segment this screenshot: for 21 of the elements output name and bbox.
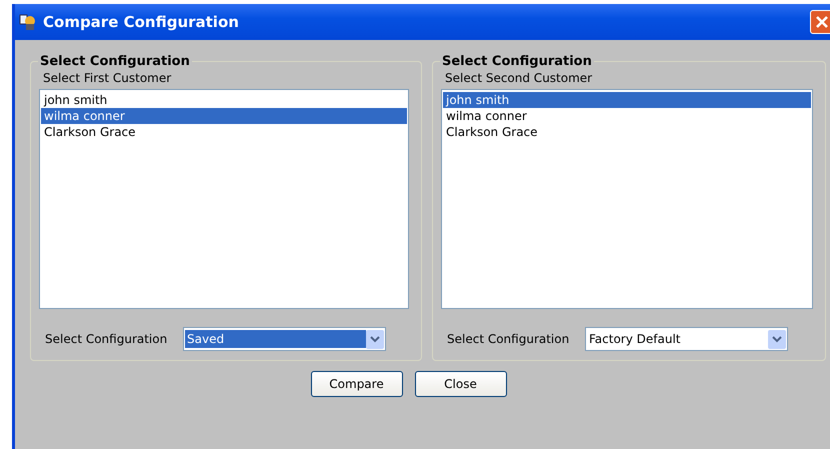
group-title: Select Configuration bbox=[441, 54, 593, 69]
list-item[interactable]: john smith bbox=[443, 92, 811, 108]
list-item[interactable]: Clarkson Grace bbox=[41, 124, 407, 140]
window-title: Compare Configuration bbox=[43, 13, 239, 31]
customer-list[interactable]: john smith wilma conner Clarkson Grace bbox=[39, 89, 409, 309]
combo-label: Select Configuration bbox=[45, 332, 168, 346]
combo-label: Select Configuration bbox=[447, 332, 570, 346]
dropdown-value: Saved bbox=[185, 330, 366, 348]
customer-list[interactable]: john smith wilma conner Clarkson Grace bbox=[441, 89, 813, 309]
configuration-dropdown[interactable]: Saved bbox=[183, 327, 386, 351]
dialog-button[interactable]: Compare bbox=[310, 371, 402, 397]
configuration-dropdown[interactable]: Factory Default bbox=[585, 327, 788, 351]
list-item[interactable]: wilma conner bbox=[443, 108, 811, 124]
list-label: Select Second Customer bbox=[445, 71, 594, 85]
list-item[interactable]: john smith bbox=[41, 92, 407, 108]
list-label: Select First Customer bbox=[43, 71, 172, 85]
list-item[interactable]: wilma conner bbox=[41, 108, 407, 124]
dialog-button[interactable]: Close bbox=[414, 371, 506, 397]
group-title: Select Configuration bbox=[39, 54, 191, 69]
dropdown-value: Factory Default bbox=[588, 331, 682, 348]
list-item[interactable]: Clarkson Grace bbox=[443, 124, 811, 140]
